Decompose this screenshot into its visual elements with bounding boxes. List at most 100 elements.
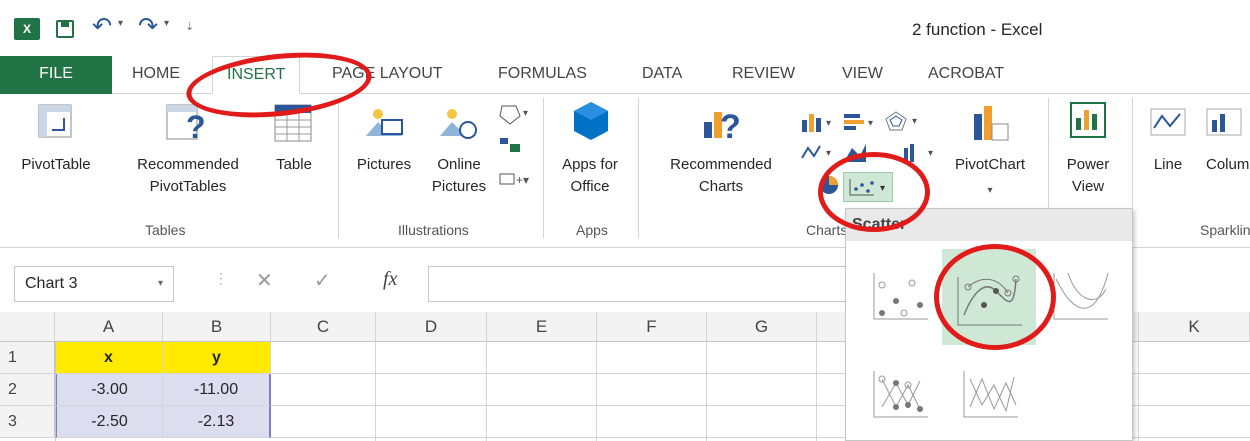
recommended-charts-icon: ?	[704, 108, 741, 142]
name-box[interactable]: Chart 3 ▾	[14, 266, 174, 302]
apps-for-office-icon	[574, 102, 608, 140]
column-header[interactable]: A	[55, 312, 163, 342]
tab-review[interactable]: REVIEW	[732, 56, 795, 94]
column-header[interactable]: F	[597, 312, 707, 342]
gridline	[596, 342, 597, 441]
sparkline-line-button[interactable]: Line	[1138, 100, 1198, 210]
tab-file[interactable]: FILE	[0, 56, 112, 94]
name-box-value: Chart 3	[25, 275, 78, 292]
pivotchart-label: PivotChart	[954, 156, 1026, 173]
row-header[interactable]: 3	[0, 406, 55, 438]
cell-a2[interactable]: -3.00	[55, 374, 163, 406]
scatter-smooth-lines-icon	[1053, 272, 1109, 320]
svg-text:?: ?	[186, 109, 206, 142]
svg-text:▾: ▾	[826, 118, 831, 129]
bar-chart-icon[interactable]: ▾	[842, 112, 878, 134]
window-title: 2 function - Excel	[912, 20, 1043, 39]
svg-text:▾: ▾	[868, 118, 873, 129]
scatter-smooth-lines-option[interactable]	[1046, 259, 1116, 331]
recommended-charts-button[interactable]: ? Recommended Charts	[646, 100, 796, 210]
formula-input[interactable]	[428, 266, 846, 302]
select-all-corner[interactable]	[0, 312, 55, 342]
pivotchart-button[interactable]: PivotChart ▾	[944, 100, 1036, 210]
tab-formulas[interactable]: FORMULAS	[498, 56, 587, 94]
svg-text:▾: ▾	[912, 116, 917, 127]
svg-text:▾: ▾	[523, 108, 528, 119]
row-header[interactable]: 2	[0, 374, 55, 406]
row-header[interactable]: 1	[0, 342, 55, 374]
pivotchart-dropdown-icon[interactable]: ▾	[944, 180, 1036, 201]
svg-text:?: ?	[720, 108, 741, 142]
tab-view[interactable]: VIEW	[842, 56, 883, 94]
scatter-markers-icon	[873, 273, 928, 320]
svg-text:▾: ▾	[880, 183, 885, 194]
cell-a1[interactable]: x	[55, 342, 163, 374]
enter-icon[interactable]: ✓	[314, 268, 331, 293]
scatter-chart-button[interactable]: ▾	[843, 172, 893, 202]
scatter-straight-lines-markers-option[interactable]	[866, 357, 936, 429]
column-chart-icon[interactable]: ▾	[800, 112, 836, 134]
cell-b3[interactable]: -2.13	[163, 406, 271, 438]
recommended-pivottables-button[interactable]: ? Recommended PivotTables	[118, 100, 258, 210]
gridline	[55, 342, 56, 441]
charts-group-label: Charts	[806, 222, 848, 238]
tables-group-label: Tables	[145, 222, 186, 238]
title-bar: X ↶ ▾ ↷ ▾ ⇣ 2 function - Excel	[0, 0, 1250, 56]
radar-chart-icon[interactable]: ▾	[884, 110, 924, 134]
svg-text:+▾: +▾	[516, 173, 529, 187]
redo-dropdown-icon[interactable]: ▾	[164, 18, 169, 29]
sparkline-line-icon	[1150, 108, 1186, 136]
redo-icon[interactable]: ↷	[138, 12, 158, 41]
tab-page-layout[interactable]: PAGE LAYOUT	[332, 56, 443, 94]
name-box-dropdown-icon[interactable]: ▾	[158, 267, 163, 301]
table-button[interactable]: Table	[262, 100, 326, 210]
tab-acrobat[interactable]: ACROBAT	[928, 56, 1004, 94]
power-view-button[interactable]: Power View	[1052, 100, 1124, 210]
pictures-button[interactable]: Pictures	[344, 100, 424, 210]
apps-for-office-label-1: Apps for	[562, 156, 618, 173]
ribbon-tabs: FILE HOME INSERT PAGE LAYOUT FORMULAS DA…	[0, 56, 1250, 94]
column-header[interactable]: G	[707, 312, 817, 342]
online-pictures-label-2: Pictures	[431, 178, 487, 195]
sparkline-column-button[interactable]: Column	[1196, 100, 1250, 210]
insert-function-icon[interactable]: fx	[383, 268, 397, 291]
column-header[interactable]: B	[163, 312, 271, 342]
sparkline-line-label: Line	[1153, 156, 1183, 173]
customize-qat-icon[interactable]: ⇣	[185, 20, 194, 33]
undo-icon[interactable]: ↶	[92, 12, 112, 41]
shapes-icon[interactable]: ▾	[498, 102, 532, 128]
cancel-icon[interactable]: ✕	[256, 268, 273, 293]
online-pictures-button[interactable]: Online Pictures	[424, 100, 494, 210]
pivottable-button[interactable]: PivotTable	[6, 100, 106, 210]
power-view-icon	[1070, 102, 1106, 138]
apps-for-office-button[interactable]: Apps for Office	[550, 100, 630, 210]
pictures-label: Pictures	[356, 156, 412, 173]
cell-b2[interactable]: -11.00	[163, 374, 271, 406]
save-icon[interactable]	[56, 20, 74, 38]
pivotchart-icon	[974, 106, 1009, 141]
area-chart-icon[interactable]	[842, 142, 878, 164]
sparklines-group-label: Sparklines	[1200, 222, 1250, 238]
line-chart-icon[interactable]: ▾	[800, 142, 836, 164]
stock-chart-icon[interactable]: ▾	[902, 142, 938, 164]
recommended-pivottables-label-2: PivotTables	[149, 178, 227, 195]
undo-dropdown-icon[interactable]: ▾	[118, 18, 123, 29]
scatter-markers-only-option[interactable]	[866, 259, 936, 331]
screenshot-icon[interactable]: +▾	[498, 168, 532, 190]
apps-group-label: Apps	[576, 222, 608, 238]
scatter-straight-lines-option[interactable]	[956, 357, 1026, 429]
column-header[interactable]: K	[1139, 312, 1250, 342]
tab-home[interactable]: HOME	[132, 56, 180, 94]
column-header[interactable]: D	[376, 312, 487, 342]
cell-a3[interactable]: -2.50	[55, 406, 163, 438]
column-header[interactable]: E	[487, 312, 597, 342]
pie-chart-icon[interactable]	[818, 174, 840, 196]
svg-text:▾: ▾	[928, 148, 933, 159]
smartart-icon[interactable]	[498, 134, 522, 156]
tab-data[interactable]: DATA	[642, 56, 682, 94]
column-header[interactable]: C	[271, 312, 376, 342]
tab-insert[interactable]: INSERT	[212, 56, 301, 94]
scatter-straight-lines-icon	[963, 371, 1018, 418]
scatter-smooth-lines-markers-option[interactable]	[942, 249, 1036, 345]
cell-b1[interactable]: y	[163, 342, 271, 374]
